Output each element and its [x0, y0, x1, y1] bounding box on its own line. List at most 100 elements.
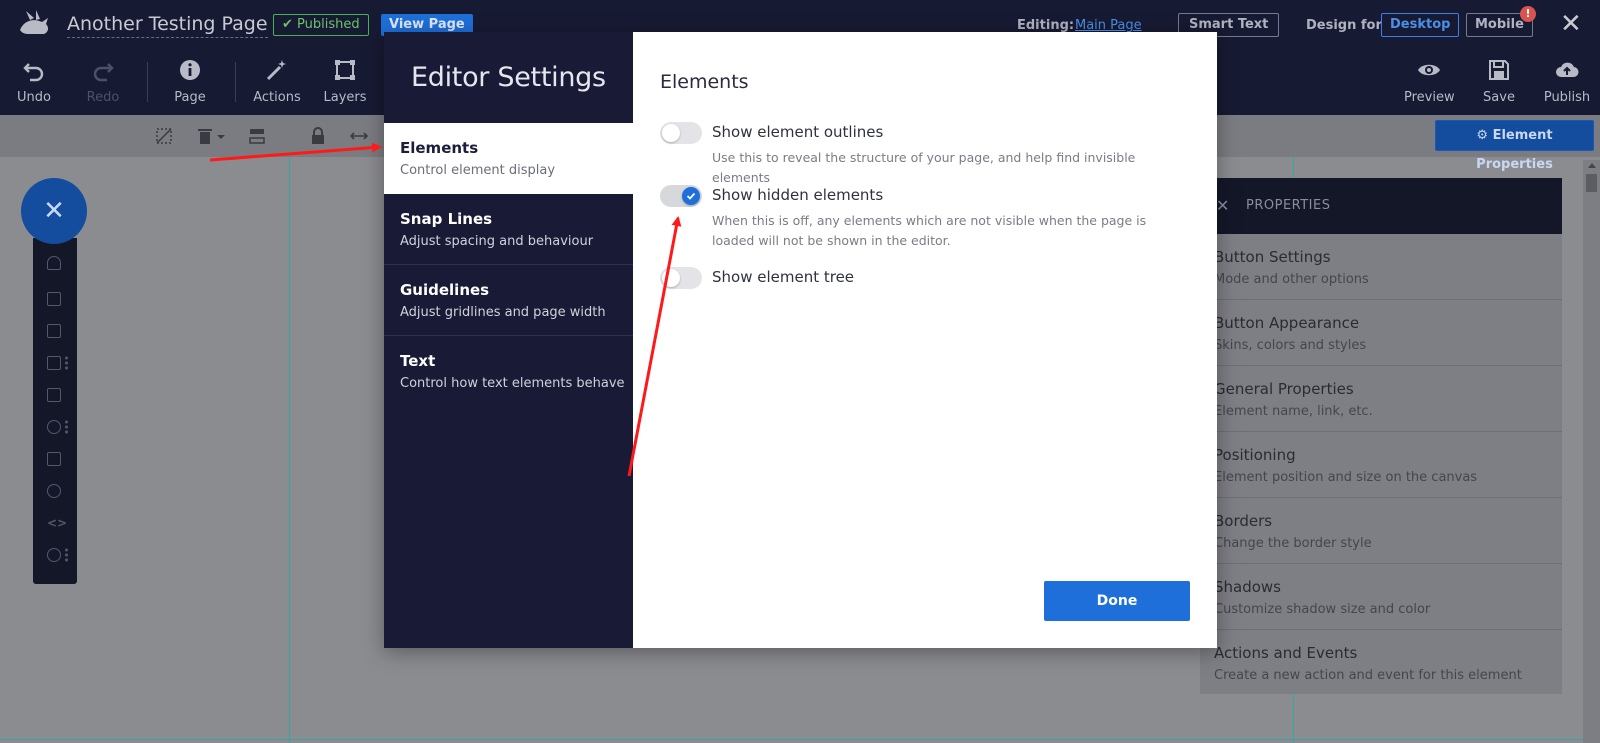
image-icon[interactable] [47, 324, 61, 338]
page-title[interactable]: Another Testing Page [67, 13, 268, 38]
close-properties-button[interactable]: ✕ [1216, 196, 1229, 215]
element-properties-button[interactable]: ⚙ Element Properties [1435, 120, 1594, 172]
toolbar-divider [235, 62, 236, 102]
toggle-element-tree[interactable] [660, 267, 702, 289]
actions-label: Actions [253, 90, 301, 105]
widget-icon[interactable] [47, 256, 61, 270]
scroll-up-arrow-icon[interactable] [1588, 163, 1596, 168]
prop-item-title: Actions and Events [1214, 644, 1358, 662]
prop-item-title: Borders [1214, 512, 1273, 530]
undo-button[interactable]: Undo [14, 58, 54, 105]
floppy-disk-icon [1489, 60, 1509, 80]
prop-item-subtitle: Change the border style [1214, 536, 1372, 551]
nav-item-label: Snap Lines [400, 210, 493, 228]
page-scrollbar[interactable] [1583, 160, 1600, 743]
timer-icon[interactable] [47, 484, 61, 498]
save-label: Save [1483, 90, 1515, 105]
desktop-button[interactable]: Desktop [1381, 13, 1460, 37]
nav-text[interactable]: Text Control how text elements behave [384, 336, 633, 407]
nav-item-label: Guidelines [400, 281, 490, 299]
prop-item-subtitle: Customize shadow size and color [1214, 602, 1431, 617]
close-editor-button[interactable]: ✕ [1560, 11, 1582, 37]
form-icon[interactable] [47, 452, 61, 466]
canvas-guideline-left [289, 157, 290, 743]
properties-panel: ✕ PROPERTIES Button Settings Mode and ot… [1200, 178, 1562, 694]
properties-title: PROPERTIES [1246, 198, 1331, 213]
modal-title: Editor Settings [411, 62, 606, 93]
canvas-guideline-bottom [0, 739, 1600, 740]
resize-horizontal-icon[interactable] [350, 127, 368, 145]
nav-item-description: Control element display [400, 163, 556, 178]
prop-positioning[interactable]: Positioning Element position and size on… [1200, 432, 1562, 498]
box-icon[interactable] [47, 388, 61, 402]
chevron-down-icon[interactable] [216, 127, 226, 145]
text-icon[interactable] [47, 292, 61, 306]
trash-icon[interactable] [196, 127, 214, 145]
layers-label: Layers [323, 90, 367, 105]
toggle-element-outlines[interactable] [660, 122, 702, 144]
prop-item-title: Button Appearance [1214, 314, 1360, 332]
lock-icon[interactable] [309, 127, 327, 145]
prop-button-settings[interactable]: Button Settings Mode and other options [1200, 234, 1562, 300]
prop-shadows[interactable]: Shadows Customize shadow size and color [1200, 564, 1562, 630]
actions-button[interactable]: Actions [252, 58, 302, 105]
done-button[interactable]: Done [1044, 581, 1190, 621]
mobile-alert-badge: ! [1520, 6, 1536, 22]
toggle-knob [662, 124, 680, 142]
layers-icon [335, 60, 355, 80]
preview-button[interactable]: Preview [1404, 58, 1455, 105]
video-icon[interactable] [47, 420, 61, 434]
nav-elements[interactable]: Elements Control element display [384, 123, 633, 194]
rabbit-logo-icon[interactable] [16, 8, 52, 40]
publish-label: Publish [1543, 90, 1591, 105]
element-palette: <> [33, 238, 77, 584]
option-label: Show hidden elements [712, 186, 884, 204]
code-icon[interactable]: <> [47, 516, 67, 530]
prop-item-title: Shadows [1214, 578, 1282, 596]
prop-item-subtitle: Skins, colors and styles [1214, 338, 1367, 353]
toggle-knob [662, 269, 680, 287]
option-label: Show element outlines [712, 123, 884, 141]
design-for-label: Design for [1306, 18, 1382, 33]
redo-label: Redo [86, 90, 120, 105]
nav-item-label: Elements [400, 139, 479, 157]
prop-item-subtitle: Element position and size on the canvas [1214, 470, 1478, 485]
prop-general-properties[interactable]: General Properties Element name, link, e… [1200, 366, 1562, 432]
scrollbar-thumb[interactable] [1586, 174, 1597, 192]
more-options-icon[interactable] [65, 356, 68, 370]
prop-borders[interactable]: Borders Change the border style [1200, 498, 1562, 564]
settings-sidebar: Editor Settings Elements Control element… [384, 32, 633, 648]
editing-target-link[interactable]: Main Page [1075, 18, 1142, 33]
section-heading: Elements [660, 71, 749, 93]
save-button[interactable]: Save [1479, 58, 1519, 105]
editing-label: Editing: [1017, 18, 1075, 33]
undo-label: Undo [17, 90, 51, 105]
nav-item-description: Control how text elements behave [400, 376, 625, 391]
info-icon [180, 60, 200, 80]
nav-snap-lines[interactable]: Snap Lines Adjust spacing and behaviour [384, 194, 633, 265]
layers-button[interactable]: Layers [322, 58, 368, 105]
redo-icon [93, 63, 114, 82]
nav-item-description: Adjust spacing and behaviour [400, 234, 594, 249]
redo-button[interactable]: Redo [83, 58, 123, 105]
more-options-icon[interactable] [65, 420, 68, 434]
toggle-hidden-elements[interactable] [660, 185, 702, 207]
undo-icon [23, 63, 44, 82]
prop-item-title: Positioning [1214, 446, 1296, 464]
magic-wand-icon [266, 60, 286, 81]
align-icon[interactable] [248, 127, 266, 145]
no-select-icon[interactable] [155, 127, 173, 145]
nav-guidelines[interactable]: Guidelines Adjust gridlines and page wid… [384, 265, 633, 336]
close-elements-fab[interactable]: ✕ [21, 178, 87, 244]
more-options-icon[interactable] [65, 548, 68, 562]
page-button[interactable]: Page [170, 58, 210, 105]
publish-button[interactable]: Publish [1541, 58, 1593, 105]
prop-actions-events[interactable]: Actions and Events Create a new action a… [1200, 630, 1562, 696]
option-description: Use this to reveal the structure of your… [712, 150, 1136, 185]
toggle-knob [682, 187, 700, 205]
prop-item-title: Button Settings [1214, 248, 1331, 266]
prop-button-appearance[interactable]: Button Appearance Skins, colors and styl… [1200, 300, 1562, 366]
option-description: When this is off, any elements which are… [712, 213, 1147, 248]
divider-icon[interactable] [47, 548, 61, 562]
checkbox-icon[interactable] [47, 356, 61, 370]
